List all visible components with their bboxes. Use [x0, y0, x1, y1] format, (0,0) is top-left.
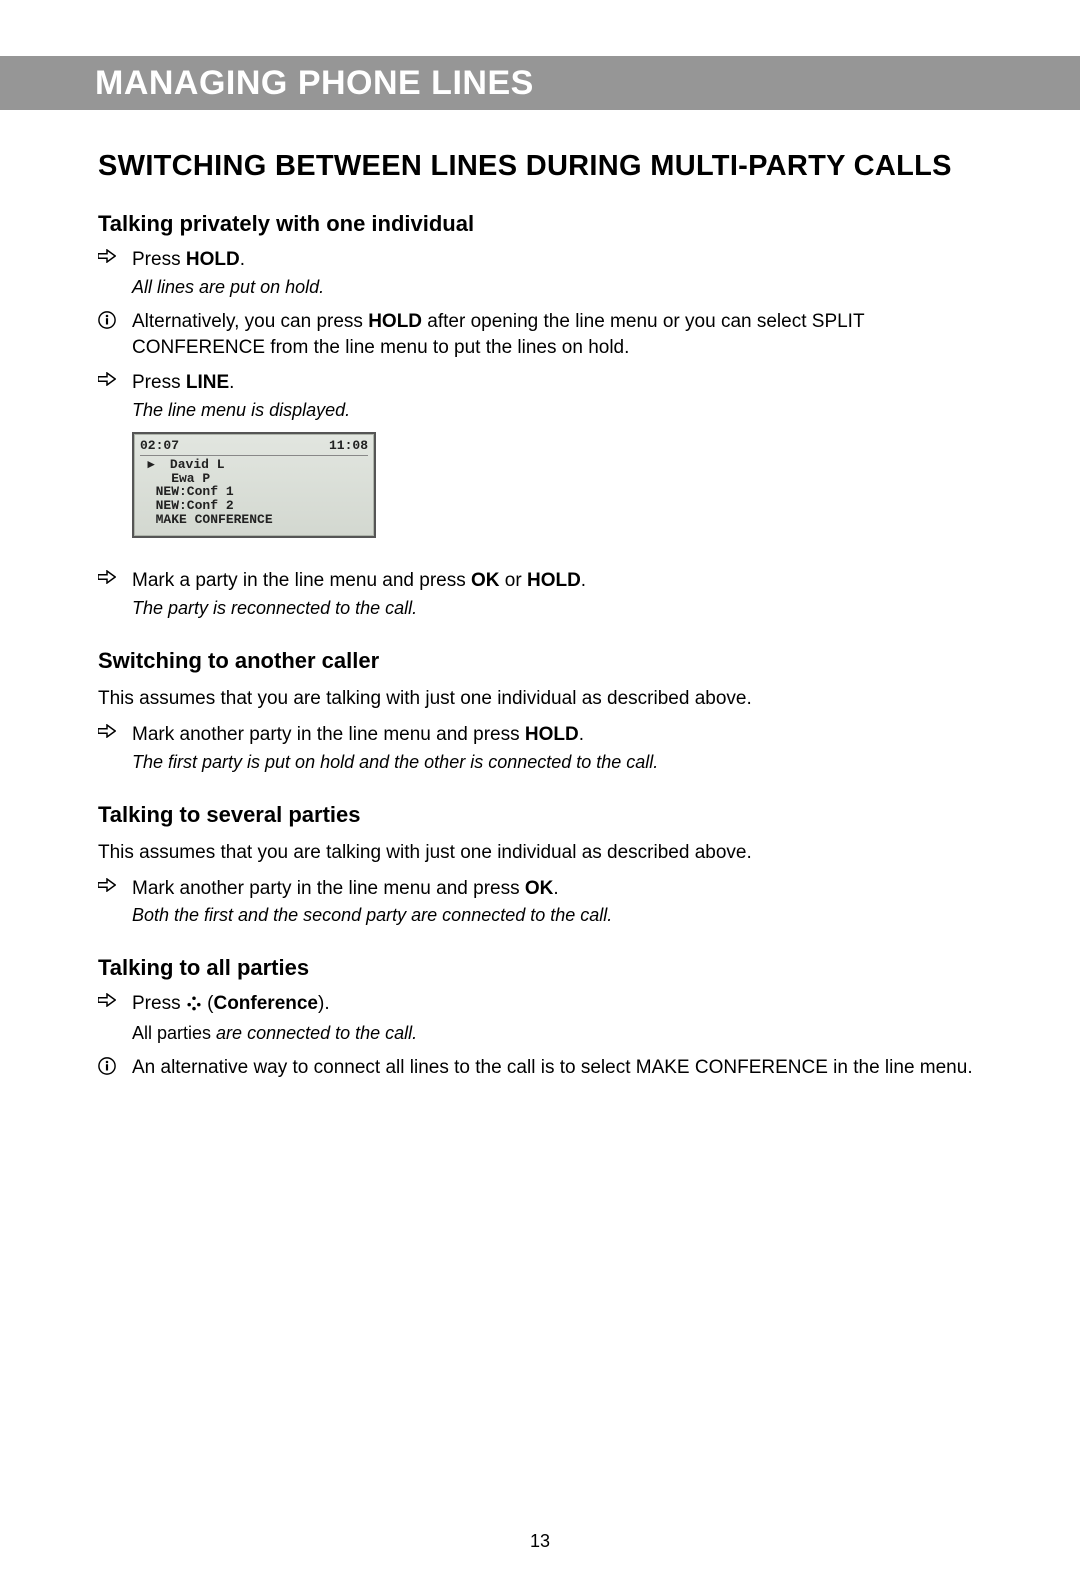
paragraph: This assumes that you are talking with j…	[98, 840, 982, 866]
page-banner: MANAGING PHONE LINES	[0, 56, 1080, 110]
arrow-icon	[98, 370, 132, 422]
text-italic: are connected to the call.	[216, 1023, 417, 1043]
bold: Conference	[213, 993, 318, 1014]
page-content: SWITCHING BETWEEN LINES DURING MULTI-PAR…	[0, 150, 1080, 1081]
text: (	[202, 993, 214, 1014]
text: Press	[132, 372, 186, 393]
arrow-icon	[98, 876, 132, 928]
step-text: Mark another party in the line menu and …	[132, 876, 982, 928]
info-row: An alternative way to connect all lines …	[98, 1055, 982, 1081]
step-row: Press LINE. The line menu is displayed.	[98, 370, 982, 422]
subhead-s2: Switching to another caller	[98, 648, 982, 674]
subhead-s4: Talking to all parties	[98, 955, 982, 981]
lcd-screenshot: 02:07 11:08 ▸ David L Ewa P NEW:Conf 1 N…	[132, 432, 982, 538]
subhead-s1: Talking privately with one individual	[98, 211, 982, 237]
text: Alternatively, you can press	[132, 311, 368, 332]
step-row: Press HOLD. All lines are put on hold.	[98, 247, 982, 299]
text: .	[579, 724, 584, 745]
text: .	[581, 570, 586, 591]
step-note: The party is reconnected to the call.	[132, 596, 982, 620]
lcd-time-right: 11:08	[329, 438, 368, 453]
step-text: Press HOLD. All lines are put on hold.	[132, 247, 982, 299]
lcd-line: Ewa P	[140, 472, 368, 486]
arrow-icon	[98, 991, 132, 1045]
lcd-line: ▸ David L	[140, 458, 368, 472]
step-row: Mark another party in the line menu and …	[98, 722, 982, 774]
info-icon	[98, 309, 132, 360]
info-icon	[98, 1055, 132, 1081]
page-number: 13	[0, 1531, 1080, 1552]
step-note: The first party is put on hold and the o…	[132, 750, 982, 774]
text: Mark a party in the line menu and press	[132, 570, 471, 591]
lcd-line: NEW:Conf 1	[140, 485, 368, 499]
arrow-icon	[98, 247, 132, 299]
bold: OK	[525, 878, 554, 899]
paragraph: This assumes that you are talking with j…	[98, 686, 982, 712]
arrow-icon	[98, 568, 132, 620]
text: or	[500, 570, 527, 591]
text: Press	[132, 249, 186, 270]
text: All parties	[132, 1023, 216, 1043]
arrow-icon	[98, 722, 132, 774]
lcd-header: 02:07 11:08	[140, 438, 368, 456]
text: Mark another party in the line menu and …	[132, 878, 525, 899]
bold: HOLD	[527, 570, 581, 591]
bold: OK	[471, 570, 500, 591]
bold: HOLD	[186, 249, 240, 270]
step-note: Both the first and the second party are …	[132, 903, 982, 927]
step-row: Mark another party in the line menu and …	[98, 876, 982, 928]
text: ).	[318, 993, 330, 1014]
info-row: Alternatively, you can press HOLD after …	[98, 309, 982, 360]
step-text: Mark another party in the line menu and …	[132, 722, 982, 774]
subhead-s3: Talking to several parties	[98, 802, 982, 828]
lcd: 02:07 11:08 ▸ David L Ewa P NEW:Conf 1 N…	[132, 432, 376, 538]
step-row: Mark a party in the line menu and press …	[98, 568, 982, 620]
bold: HOLD	[525, 724, 579, 745]
lcd-line: NEW:Conf 2	[140, 499, 368, 513]
text: .	[553, 878, 558, 899]
text: Mark another party in the line menu and …	[132, 724, 525, 745]
banner-text: MANAGING PHONE LINES	[95, 64, 534, 103]
text: Press	[132, 993, 186, 1014]
step-text: Mark a party in the line menu and press …	[132, 568, 982, 620]
step-note: The line menu is displayed.	[132, 398, 982, 422]
lcd-line: MAKE CONFERENCE	[140, 513, 368, 527]
lcd-time-left: 02:07	[140, 438, 179, 453]
step-note: All lines are put on hold.	[132, 275, 982, 299]
text: .	[229, 372, 234, 393]
step-text: Press (Conference). All parties are conn…	[132, 991, 982, 1045]
step-text: Press LINE. The line menu is displayed.	[132, 370, 982, 422]
info-text: An alternative way to connect all lines …	[132, 1055, 982, 1081]
info-text: Alternatively, you can press HOLD after …	[132, 309, 982, 360]
bold: LINE	[186, 372, 229, 393]
text: .	[240, 249, 245, 270]
section-title: SWITCHING BETWEEN LINES DURING MULTI-PAR…	[98, 150, 982, 183]
conference-icon	[186, 993, 202, 1019]
bold: HOLD	[368, 311, 422, 332]
step-row: Press (Conference). All parties are conn…	[98, 991, 982, 1045]
step-note: All parties are connected to the call.	[132, 1021, 982, 1045]
